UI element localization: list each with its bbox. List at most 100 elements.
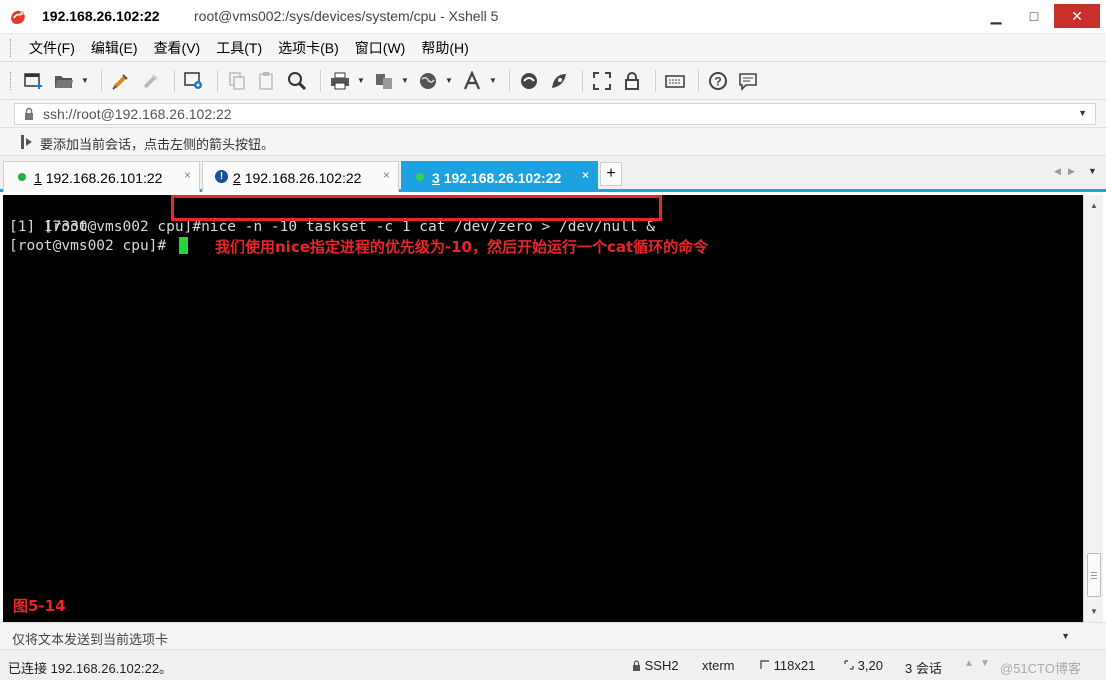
copy-icon: [229, 71, 245, 90]
script-button[interactable]: [546, 68, 572, 94]
scrollbar-thumb[interactable]: [1087, 553, 1101, 597]
globe-button[interactable]: [415, 68, 441, 94]
keyboard-button[interactable]: [662, 68, 688, 94]
toolbar-grip[interactable]: [10, 71, 13, 90]
transfer-icon: [376, 73, 392, 89]
font-button[interactable]: [459, 68, 485, 94]
script-icon: [552, 73, 566, 88]
lock-icon: [633, 660, 640, 671]
add-tab-button[interactable]: +: [600, 162, 622, 186]
hint-text: 要添加当前会话，点击左侧的箭头按钮。: [40, 137, 275, 152]
arrow-down-icon[interactable]: ▼: [980, 658, 990, 669]
compose-bar[interactable]: 仅将文本发送到当前选项卡 ▼: [0, 622, 1106, 650]
tab-scroll-right-icon[interactable]: ▶: [1068, 166, 1075, 177]
font-dropdown[interactable]: ▼: [489, 68, 497, 94]
menu-help[interactable]: 帮助(H): [413, 34, 476, 62]
disconnect-icon: [143, 73, 158, 88]
xftp-button[interactable]: [516, 68, 542, 94]
open-dropdown[interactable]: ▼: [81, 68, 89, 94]
address-input[interactable]: ssh://root@192.168.26.102:22 ▼: [14, 103, 1096, 125]
help-button[interactable]: ?: [705, 68, 731, 94]
terminal[interactable]: [root@vms002 cpu]# nice -n -10 taskset -c…: [3, 195, 1083, 622]
toolbar-separator: [698, 69, 699, 92]
close-tab-icon[interactable]: ×: [184, 168, 191, 182]
bookmark-arrow-icon[interactable]: [20, 134, 34, 150]
menu-bar: 文件(F) 编辑(E) 查看(V) 工具(T) 选项卡(B) 窗口(W) 帮助(…: [0, 34, 1106, 62]
minimize-button[interactable]: ▁: [978, 4, 1014, 28]
tab-label: 192.168.26.102:22: [443, 170, 562, 186]
address-value: ssh://root@192.168.26.102:22: [43, 106, 232, 122]
keyboard-icon: [665, 74, 685, 88]
transfer-button[interactable]: [371, 68, 397, 94]
close-tab-icon[interactable]: ×: [383, 168, 390, 182]
menu-tools[interactable]: 工具(T): [208, 34, 270, 62]
address-bar: ssh://root@192.168.26.102:22 ▼: [0, 100, 1106, 128]
tab-session-1[interactable]: 1 192.168.26.101:22 ×: [3, 161, 200, 192]
toolbar: ▼ ▼ ▼ ▼ ▼ ?: [0, 62, 1106, 100]
window-title-host: 192.168.26.102:22: [42, 8, 160, 24]
menu-grip[interactable]: [10, 38, 13, 57]
close-window-button[interactable]: ✕: [1054, 4, 1100, 28]
hint-bar: 要添加当前会话，点击左侧的箭头按钮。: [0, 128, 1106, 156]
transfer-dropdown[interactable]: ▼: [401, 68, 409, 94]
status-protocol-text: SSH2: [644, 658, 679, 673]
find-button[interactable]: [284, 68, 310, 94]
reconnect-button[interactable]: [108, 68, 134, 94]
status-sessions: 3 会话: [905, 661, 942, 676]
chat-button[interactable]: [735, 68, 761, 94]
find-icon: [288, 71, 307, 90]
terminal-prompt: [root@vms002 cpu]#: [9, 238, 167, 254]
tab-number: 3: [432, 170, 440, 186]
close-tab-icon[interactable]: ×: [582, 168, 589, 182]
scroll-down-icon[interactable]: ▼: [1090, 607, 1098, 616]
tab-session-2[interactable]: ! 2 192.168.26.102:22 ×: [202, 161, 399, 192]
menu-file[interactable]: 文件(F): [21, 34, 83, 62]
new-session-button[interactable]: [21, 68, 47, 94]
tab-scroll-left-icon[interactable]: ◀: [1054, 166, 1061, 177]
watermark: @51CTO博客: [1000, 661, 1081, 676]
copy-button[interactable]: [224, 68, 250, 94]
figure-label: 图5-14: [13, 597, 66, 615]
resize-icon: [760, 660, 769, 669]
open-button[interactable]: [51, 68, 77, 94]
disconnect-button[interactable]: [138, 68, 164, 94]
terminal-scrollbar[interactable]: ▲ ▼: [1083, 195, 1103, 622]
print-button[interactable]: [327, 68, 353, 94]
globe-dropdown[interactable]: ▼: [445, 68, 453, 94]
terminal-cursor: [179, 237, 188, 254]
address-dropdown-icon[interactable]: ▼: [1078, 108, 1087, 118]
paste-button[interactable]: [254, 68, 280, 94]
close-icon: ✕: [1071, 7, 1083, 24]
status-bar: 已连接 192.168.26.102:22。 SSH2 xterm 118x21…: [0, 650, 1106, 680]
lock-icon: [25, 107, 33, 120]
print-dropdown[interactable]: ▼: [357, 68, 365, 94]
tab-list-dropdown-icon[interactable]: ▼: [1088, 166, 1097, 176]
open-folder-icon: [55, 75, 73, 88]
menu-view[interactable]: 查看(V): [146, 34, 209, 62]
xshell-logo-icon: [11, 10, 25, 24]
menu-tabs[interactable]: 选项卡(B): [270, 34, 347, 62]
session-properties-button[interactable]: [181, 68, 207, 94]
font-icon: [463, 70, 481, 89]
toolbar-separator: [174, 69, 175, 92]
arrow-up-icon[interactable]: ▲: [964, 658, 974, 669]
maximize-button[interactable]: □: [1016, 4, 1052, 28]
xftp-icon: [521, 72, 537, 89]
lock-button[interactable]: [619, 68, 645, 94]
tab-label: 192.168.26.102:22: [244, 170, 362, 186]
tab-session-3[interactable]: 3 192.168.26.102:22 ×: [401, 161, 598, 192]
chat-icon: [739, 72, 757, 91]
toolbar-separator: [320, 69, 321, 92]
menu-window[interactable]: 窗口(W): [347, 34, 414, 62]
annotation-text: 我们使用nice指定进程的优先级为-10，然后开始运行一个cat循环的命令: [215, 238, 709, 256]
toolbar-separator: [582, 69, 583, 92]
command-highlight-box: [171, 195, 662, 221]
compose-dropdown-icon[interactable]: ▼: [1061, 631, 1070, 641]
session-properties-icon: [184, 71, 202, 89]
globe-icon: [420, 72, 436, 89]
lock-icon: [625, 71, 639, 90]
fullscreen-button[interactable]: [589, 68, 615, 94]
fullscreen-icon: [593, 71, 611, 90]
menu-edit[interactable]: 编辑(E): [83, 34, 146, 62]
scroll-up-icon[interactable]: ▲: [1090, 201, 1098, 210]
